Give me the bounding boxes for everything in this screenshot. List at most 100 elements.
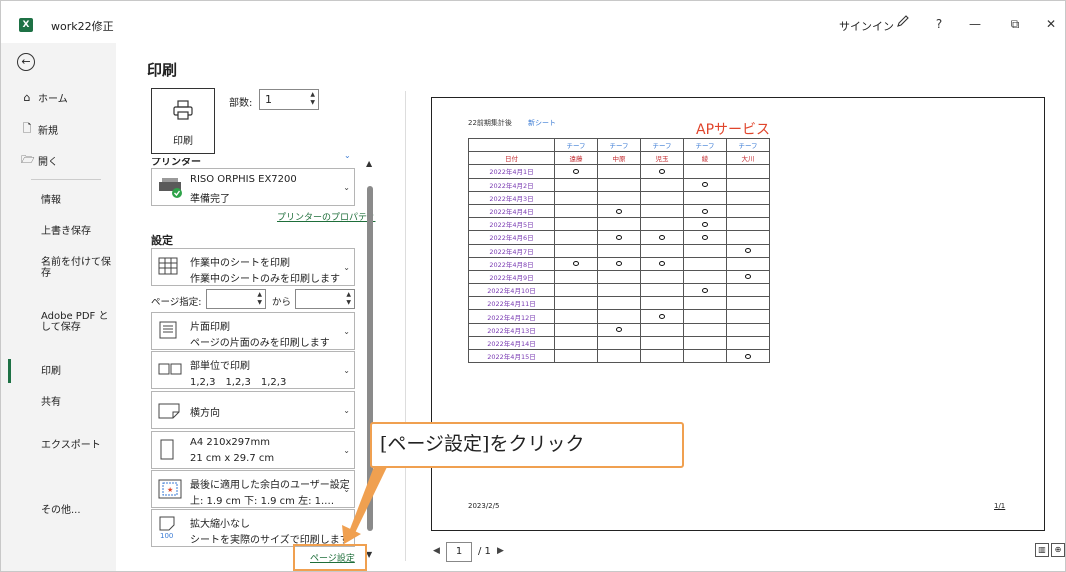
- prev-page-icon[interactable]: ◀: [433, 546, 440, 556]
- zoom-to-page-icon[interactable]: ⊕: [1051, 543, 1065, 557]
- printer-properties-link[interactable]: プリンターのプロパティ: [277, 210, 375, 223]
- print-scope-dropdown[interactable]: 作業中のシートを印刷 作業中のシートのみを印刷します ⌄: [151, 248, 355, 286]
- printer-device-icon: [158, 176, 184, 204]
- nav-home[interactable]: ⌂ ホーム: [21, 90, 68, 105]
- table-cell: [554, 164, 598, 179]
- pages-from-spinner-icon[interactable]: ▲ ▼: [257, 291, 262, 307]
- pen-icon[interactable]: [891, 13, 915, 35]
- collate-dropdown[interactable]: 部単位で印刷 1,2,3 1,2,3 1,2,3 ⌄: [151, 351, 355, 389]
- preview-header-link: 新シート: [528, 119, 556, 127]
- one-sided-svg: [159, 321, 177, 339]
- attendance-mark-icon: [702, 208, 708, 214]
- collate-icon: [158, 361, 182, 381]
- print-scope-sub: 作業中のシートのみを印刷します: [190, 274, 340, 285]
- settings-scrollbar-thumb[interactable]: [367, 186, 373, 531]
- sheet-grid-icon: [158, 257, 178, 279]
- printer-dropdown[interactable]: RISO ORPHIS EX7200 準備完了 ⌄: [151, 168, 355, 206]
- nav-print[interactable]: 印刷: [41, 366, 113, 377]
- attendance-mark-icon: [659, 314, 665, 320]
- copies-input[interactable]: 1 ▲ ▼: [259, 89, 319, 110]
- nav-new[interactable]: 🗋 新規: [21, 120, 58, 139]
- nav-info[interactable]: 情報: [41, 195, 113, 206]
- table-header-row-team: チーフ チーフ チーフ チーフ チーフ: [468, 137, 770, 153]
- table-cell: [597, 164, 641, 179]
- table-header-member: 児玉: [640, 151, 684, 166]
- collate-svg: [158, 363, 182, 375]
- nav-save[interactable]: 上書き保存: [41, 226, 113, 237]
- print-scope-main: 作業中のシートを印刷: [190, 258, 290, 269]
- chevron-down-icon: ⌄: [343, 263, 350, 272]
- landscape-svg: [158, 403, 180, 419]
- table-header-row-names: 日付 遠藤 中原 児玉綾大川: [468, 151, 770, 166]
- back-arrow-icon[interactable]: ←: [17, 53, 35, 71]
- printer-svg: [173, 100, 193, 120]
- table-cell: [683, 335, 727, 351]
- pages-to-input[interactable]: ▲ ▼: [295, 289, 355, 309]
- attendance-mark-icon: [702, 221, 708, 227]
- scroll-up-icon[interactable]: ▲: [366, 159, 372, 168]
- help-icon[interactable]: ?: [927, 13, 951, 35]
- table-cell: [597, 190, 641, 205]
- printer-section-header: プリンター: [151, 157, 201, 168]
- table-cell: [683, 217, 727, 232]
- table-cell: [726, 309, 770, 324]
- pages-from-input[interactable]: ▲ ▼: [206, 289, 266, 309]
- table-cell: [726, 348, 770, 364]
- table-cell: [726, 217, 770, 232]
- orientation-dropdown[interactable]: 横方向 ⌄: [151, 391, 355, 429]
- excel-backstage-window: X work22修正 サインイン ? — ⧉ ✕ ← ⌂ ホーム 🗋 新規 🗁 …: [0, 0, 1066, 572]
- minimize-icon[interactable]: —: [963, 13, 987, 35]
- table-cell: [640, 256, 684, 271]
- copies-spinner-icon[interactable]: ▲ ▼: [310, 91, 315, 107]
- nav-adobe-pdf[interactable]: Adobe PDF として保存: [41, 311, 113, 333]
- table-row: 2022年4月8日: [468, 256, 770, 271]
- table-cell: [683, 190, 727, 205]
- table-cell: [554, 335, 598, 351]
- one-sided-icon: [158, 321, 178, 343]
- attendance-mark-icon: [659, 261, 665, 267]
- landscape-icon: [158, 401, 180, 423]
- nav-share[interactable]: 共有: [41, 397, 113, 408]
- chevron-down-icon: ⌄: [343, 446, 350, 455]
- table-cell: [726, 269, 770, 285]
- table-date-cell: 2022年4月4日: [468, 203, 555, 219]
- print-button[interactable]: 印刷: [151, 88, 215, 154]
- info-chevron-icon[interactable]: ⌄: [344, 151, 351, 160]
- table-cell: [683, 309, 727, 324]
- nav-open[interactable]: 🗁 開く: [21, 151, 58, 170]
- nav-more[interactable]: その他...: [41, 505, 113, 516]
- table-cell: [640, 322, 684, 337]
- page-number-input[interactable]: 1: [446, 542, 472, 562]
- printer-name: RISO ORPHIS EX7200: [190, 174, 297, 185]
- table-cell: [554, 217, 598, 232]
- paper-size-dropdown[interactable]: A4 210x297mm 21 cm x 29.7 cm ⌄: [151, 431, 355, 469]
- paper-size-main: A4 210x297mm: [190, 437, 270, 448]
- show-margins-icon[interactable]: ▥: [1035, 543, 1049, 557]
- pages-to-spinner-icon[interactable]: ▲ ▼: [346, 291, 351, 307]
- restore-icon[interactable]: ⧉: [1003, 13, 1027, 35]
- table-row: 2022年4月14日: [468, 335, 770, 351]
- table-cell: [554, 243, 598, 258]
- margins-dropdown[interactable]: ★ 最後に適用した余白のユーザー設定 上: 1.9 cm 下: 1.9 cm 左…: [151, 470, 355, 508]
- table-cell: [597, 243, 641, 258]
- table-cell: [726, 164, 770, 179]
- table-cell: [640, 203, 684, 219]
- nav-separator: [31, 179, 101, 180]
- attendance-mark-icon: [573, 168, 579, 174]
- next-page-icon[interactable]: ▶: [497, 546, 504, 556]
- signin-button[interactable]: サインイン: [839, 18, 894, 34]
- print-button-label: 印刷: [173, 136, 193, 147]
- table-row: 2022年4月1日: [468, 164, 770, 179]
- table-cell: [554, 190, 598, 205]
- close-icon[interactable]: ✕: [1039, 13, 1063, 35]
- svg-text:★: ★: [167, 486, 173, 494]
- nav-export[interactable]: エクスポート: [41, 440, 113, 451]
- scaling-dropdown[interactable]: 100 拡大縮小なし シートを実際のサイズで印刷します ⌄: [151, 509, 355, 547]
- table-cell: [726, 335, 770, 351]
- chevron-down-icon: ⌄: [343, 366, 350, 375]
- orientation-value: 横方向: [190, 408, 220, 419]
- attendance-mark-icon: [659, 234, 665, 240]
- table-cell: [597, 322, 641, 337]
- sides-dropdown[interactable]: 片面印刷 ページの片面のみを印刷します ⌄: [151, 312, 355, 350]
- nav-save-as[interactable]: 名前を付けて保存: [41, 257, 113, 279]
